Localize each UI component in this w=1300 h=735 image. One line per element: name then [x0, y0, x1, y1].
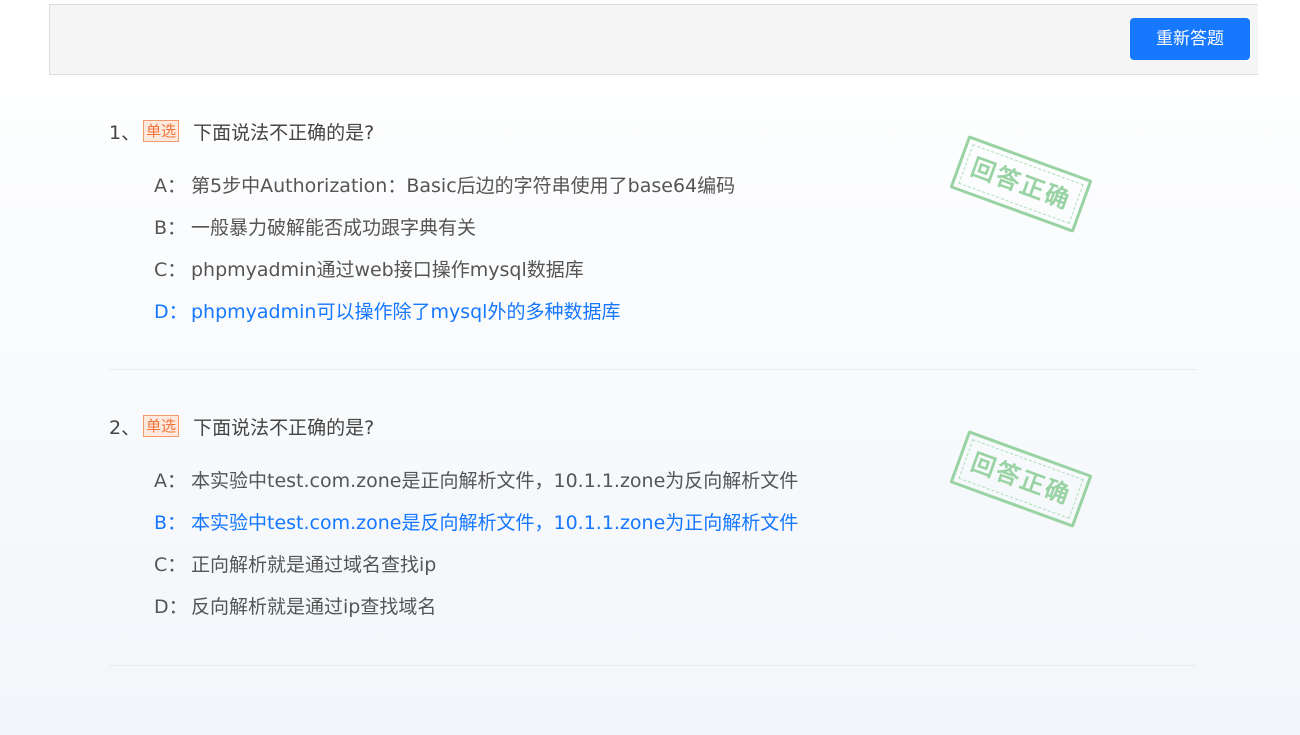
option-letter: C： — [154, 554, 187, 576]
option-letter: D： — [154, 596, 188, 618]
option-letter: C： — [154, 259, 187, 281]
question-text: 下面说法不正确的是? — [193, 416, 375, 439]
retry-quiz-button[interactable]: 重新答题 — [1130, 18, 1250, 60]
question-header: 2、 单选 下面说法不正确的是? — [109, 407, 1197, 445]
option-letter: B： — [154, 512, 187, 534]
question-number: 2、 — [109, 416, 141, 439]
option-c[interactable]: C： phpmyadmin通过web接口操作mysql数据库 — [154, 249, 1197, 291]
option-text: 反向解析就是通过ip查找域名 — [191, 596, 437, 618]
quiz-page: 重新答题 1、 单选 下面说法不正确的是? A： 第5步中Authorizatio… — [0, 0, 1300, 735]
top-toolbar: 重新答题 — [49, 4, 1258, 75]
option-text: 一般暴力破解能否成功跟字典有关 — [191, 217, 477, 239]
question-card: 2、 单选 下面说法不正确的是? A： 本实验中test.com.zone是正向解… — [109, 407, 1197, 666]
option-text: 第5步中Authorization：Basic后边的字符串使用了base64编码 — [191, 175, 736, 197]
option-d[interactable]: D： 反向解析就是通过ip查找域名 — [154, 586, 1197, 628]
option-text: 本实验中test.com.zone是正向解析文件，10.1.1.zone为反向解… — [191, 470, 799, 492]
option-letter: D： — [154, 301, 188, 323]
question-type-badge: 单选 — [143, 415, 180, 437]
question-text: 下面说法不正确的是? — [193, 121, 375, 144]
option-letter: A： — [154, 175, 186, 197]
question-type-badge: 单选 — [143, 120, 180, 142]
option-text: phpmyadmin通过web接口操作mysql数据库 — [191, 259, 584, 281]
option-d-selected-correct[interactable]: D： phpmyadmin可以操作除了mysql外的多种数据库 — [154, 291, 1197, 333]
option-letter: B： — [154, 217, 187, 239]
question-header: 1、 单选 下面说法不正确的是? — [109, 112, 1197, 150]
question-card: 1、 单选 下面说法不正确的是? A： 第5步中Authorization：Bas… — [109, 112, 1197, 370]
question-number: 1、 — [109, 121, 141, 144]
option-text: phpmyadmin可以操作除了mysql外的多种数据库 — [191, 301, 621, 323]
option-c[interactable]: C： 正向解析就是通过域名查找ip — [154, 544, 1197, 586]
option-text: 本实验中test.com.zone是反向解析文件，10.1.1.zone为正向解… — [191, 512, 799, 534]
option-letter: A： — [154, 470, 186, 492]
option-text: 正向解析就是通过域名查找ip — [191, 554, 437, 576]
